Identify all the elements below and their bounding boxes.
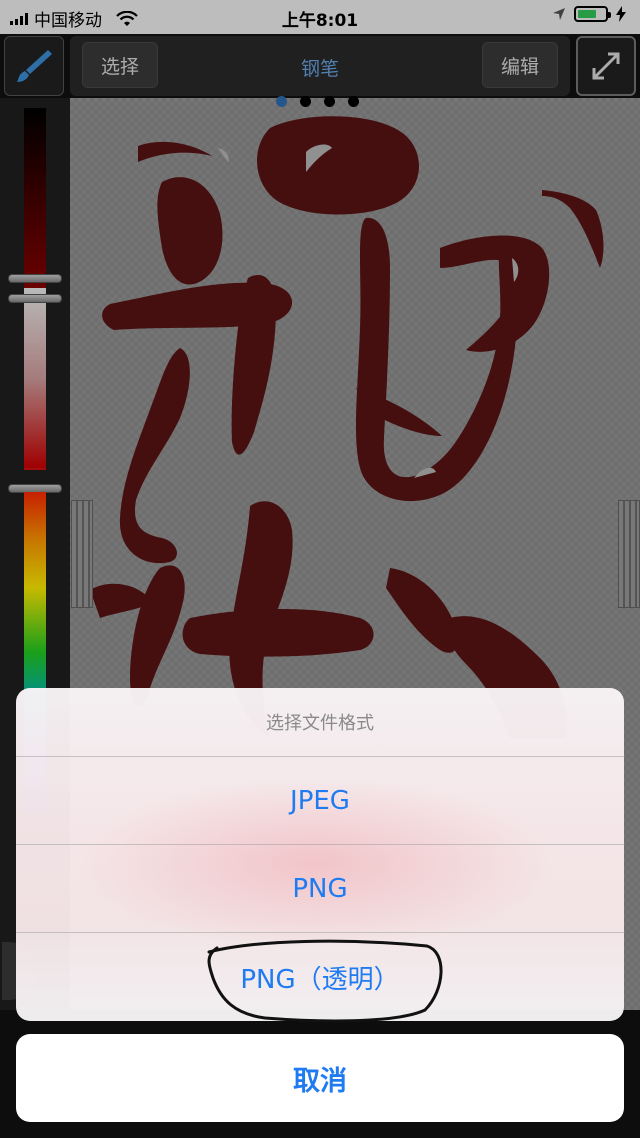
action-sheet-title: 选择文件格式 — [266, 713, 374, 734]
hand-drawn-circle-annotation — [207, 939, 443, 1023]
option-png[interactable]: PNG — [16, 844, 624, 932]
option-jpeg[interactable]: JPEG — [16, 756, 624, 844]
cancel-button[interactable]: 取消 — [16, 1034, 624, 1122]
